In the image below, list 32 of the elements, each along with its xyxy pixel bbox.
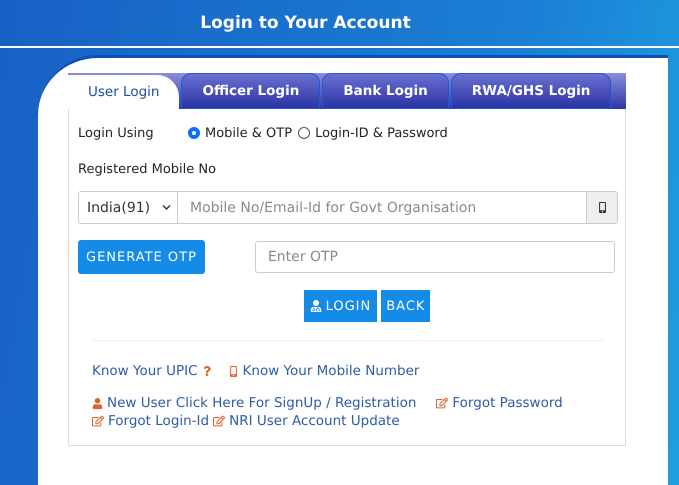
user-icon (310, 300, 322, 312)
mobile-phone-icon (228, 366, 239, 376)
login-tab[interactable]: User Login (68, 75, 180, 109)
help-link[interactable]: Know Your Mobile Number (228, 363, 420, 379)
login-button[interactable]: LOGIN (304, 290, 378, 322)
mobile-field[interactable]: Mobile No/Email-Id for Govt Organisation (178, 191, 586, 224)
chevron-icon (162, 203, 171, 212)
mobile-label: Registered Mobile No (78, 162, 218, 177)
radio-button[interactable] (188, 127, 200, 139)
question-icon (202, 366, 212, 376)
page-title: Login to Your Account (0, 0, 679, 48)
help-link[interactable]: NRI User Account Update (213, 413, 400, 429)
generate-otp-button[interactable]: GENERATE OTP (78, 240, 205, 274)
login-using-label: Login Using (78, 126, 155, 140)
mobile-phone-icon (596, 202, 608, 213)
help-link[interactable]: Know Your UPIC (92, 363, 212, 379)
edit-icon (436, 397, 448, 409)
help-link[interactable]: Forgot Password (436, 395, 563, 411)
help-link[interactable]: Forgot Login-Id (92, 413, 210, 429)
user-icon (92, 398, 103, 408)
help-link[interactable]: New User Click Here For SignUp / Registration (92, 395, 416, 411)
radio-label: Login-ID & Password (315, 126, 448, 140)
edit-icon (213, 415, 226, 427)
edit-icon (92, 415, 104, 427)
country-select[interactable]: India(91) (78, 191, 178, 224)
otp-field[interactable]: Enter OTP (254, 241, 615, 273)
login-tab[interactable]: Bank Login (322, 73, 449, 109)
login-tab[interactable]: RWA/GHS Login (450, 73, 612, 109)
radio-button[interactable] (298, 127, 310, 139)
login-tab[interactable]: Officer Login (181, 73, 320, 109)
back-button[interactable]: BACK (381, 290, 430, 322)
radio-label: Mobile & OTP (205, 126, 292, 140)
